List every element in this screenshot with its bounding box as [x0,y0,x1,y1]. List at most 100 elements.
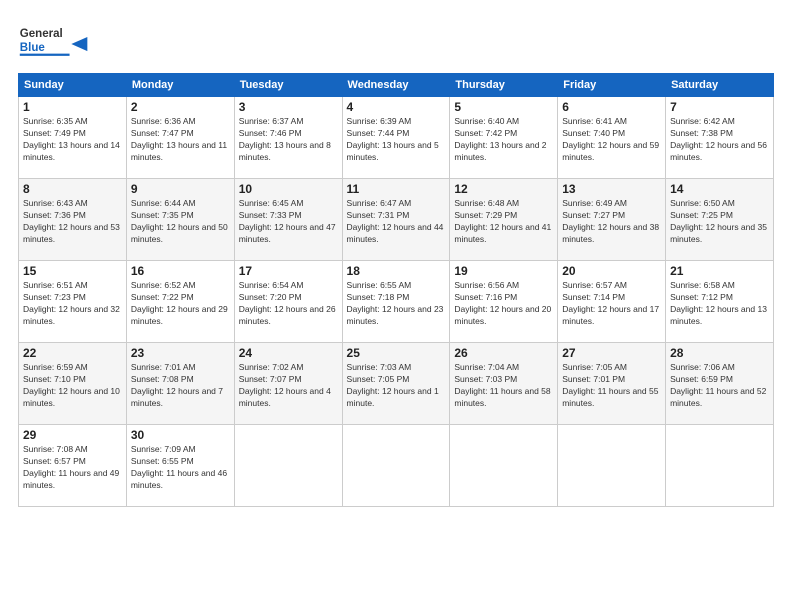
day-number: 3 [239,100,338,114]
svg-text:General: General [20,28,63,40]
day-info: Sunrise: 6:39 AM Sunset: 7:44 PM Dayligh… [347,116,446,164]
sunrise-label: Sunrise: 6:40 AM [454,116,519,126]
sunrise-label: Sunrise: 6:48 AM [454,198,519,208]
day-info: Sunrise: 6:35 AM Sunset: 7:49 PM Dayligh… [23,116,122,164]
day-info: Sunrise: 6:45 AM Sunset: 7:33 PM Dayligh… [239,198,338,246]
sunset-label: Sunset: 7:31 PM [347,210,410,220]
sunrise-label: Sunrise: 7:09 AM [131,444,196,454]
daylight-label: Daylight: 12 hours and 35 minutes. [670,222,767,244]
svg-text:Blue: Blue [20,42,46,54]
day-number: 12 [454,182,553,196]
day-info: Sunrise: 6:40 AM Sunset: 7:42 PM Dayligh… [454,116,553,164]
day-cell-3: 3 Sunrise: 6:37 AM Sunset: 7:46 PM Dayli… [234,97,342,179]
sunrise-label: Sunrise: 6:58 AM [670,280,735,290]
day-number: 11 [347,182,446,196]
sunrise-label: Sunrise: 7:04 AM [454,362,519,372]
day-cell-10: 10 Sunrise: 6:45 AM Sunset: 7:33 PM Dayl… [234,179,342,261]
day-info: Sunrise: 6:41 AM Sunset: 7:40 PM Dayligh… [562,116,661,164]
day-info: Sunrise: 6:42 AM Sunset: 7:38 PM Dayligh… [670,116,769,164]
weekday-tuesday: Tuesday [234,74,342,97]
sunrise-label: Sunrise: 6:44 AM [131,198,196,208]
calendar-table: SundayMondayTuesdayWednesdayThursdayFrid… [18,73,774,507]
sunrise-label: Sunrise: 6:37 AM [239,116,304,126]
sunrise-label: Sunrise: 6:39 AM [347,116,412,126]
sunset-label: Sunset: 7:05 PM [347,374,410,384]
day-number: 8 [23,182,122,196]
daylight-label: Daylight: 13 hours and 11 minutes. [131,140,227,162]
day-cell-2: 2 Sunrise: 6:36 AM Sunset: 7:47 PM Dayli… [126,97,234,179]
day-info: Sunrise: 6:36 AM Sunset: 7:47 PM Dayligh… [131,116,230,164]
sunset-label: Sunset: 7:23 PM [23,292,86,302]
weekday-monday: Monday [126,74,234,97]
day-cell-13: 13 Sunrise: 6:49 AM Sunset: 7:27 PM Dayl… [558,179,666,261]
day-cell-4: 4 Sunrise: 6:39 AM Sunset: 7:44 PM Dayli… [342,97,450,179]
sunset-label: Sunset: 7:03 PM [454,374,517,384]
day-info: Sunrise: 7:02 AM Sunset: 7:07 PM Dayligh… [239,362,338,410]
empty-cell [234,425,342,507]
sunset-label: Sunset: 7:16 PM [454,292,517,302]
daylight-label: Daylight: 12 hours and 59 minutes. [562,140,659,162]
day-cell-20: 20 Sunrise: 6:57 AM Sunset: 7:14 PM Dayl… [558,261,666,343]
week-row-0: 1 Sunrise: 6:35 AM Sunset: 7:49 PM Dayli… [19,97,774,179]
day-number: 30 [131,428,230,442]
day-info: Sunrise: 6:59 AM Sunset: 7:10 PM Dayligh… [23,362,122,410]
daylight-label: Daylight: 12 hours and 1 minute. [347,386,439,408]
day-cell-21: 21 Sunrise: 6:58 AM Sunset: 7:12 PM Dayl… [666,261,774,343]
day-number: 1 [23,100,122,114]
day-info: Sunrise: 7:08 AM Sunset: 6:57 PM Dayligh… [23,444,122,492]
day-number: 9 [131,182,230,196]
daylight-label: Daylight: 12 hours and 13 minutes. [670,304,767,326]
sunrise-label: Sunrise: 7:01 AM [131,362,196,372]
day-cell-9: 9 Sunrise: 6:44 AM Sunset: 7:35 PM Dayli… [126,179,234,261]
day-cell-25: 25 Sunrise: 7:03 AM Sunset: 7:05 PM Dayl… [342,343,450,425]
day-number: 26 [454,346,553,360]
day-cell-17: 17 Sunrise: 6:54 AM Sunset: 7:20 PM Dayl… [234,261,342,343]
sunrise-label: Sunrise: 7:08 AM [23,444,88,454]
day-cell-11: 11 Sunrise: 6:47 AM Sunset: 7:31 PM Dayl… [342,179,450,261]
sunrise-label: Sunrise: 6:57 AM [562,280,627,290]
sunset-label: Sunset: 7:35 PM [131,210,194,220]
weekday-wednesday: Wednesday [342,74,450,97]
day-number: 5 [454,100,553,114]
week-row-1: 8 Sunrise: 6:43 AM Sunset: 7:36 PM Dayli… [19,179,774,261]
sunrise-label: Sunrise: 6:42 AM [670,116,735,126]
day-info: Sunrise: 6:58 AM Sunset: 7:12 PM Dayligh… [670,280,769,328]
day-number: 28 [670,346,769,360]
daylight-label: Daylight: 12 hours and 17 minutes. [562,304,659,326]
daylight-label: Daylight: 12 hours and 50 minutes. [131,222,228,244]
sunrise-label: Sunrise: 6:41 AM [562,116,627,126]
sunrise-label: Sunrise: 6:47 AM [347,198,412,208]
day-info: Sunrise: 7:03 AM Sunset: 7:05 PM Dayligh… [347,362,446,410]
sunrise-label: Sunrise: 6:36 AM [131,116,196,126]
day-cell-22: 22 Sunrise: 6:59 AM Sunset: 7:10 PM Dayl… [19,343,127,425]
day-number: 20 [562,264,661,278]
day-info: Sunrise: 6:50 AM Sunset: 7:25 PM Dayligh… [670,198,769,246]
sunset-label: Sunset: 7:47 PM [131,128,194,138]
day-info: Sunrise: 6:43 AM Sunset: 7:36 PM Dayligh… [23,198,122,246]
sunset-label: Sunset: 6:57 PM [23,456,86,466]
empty-cell [666,425,774,507]
daylight-label: Daylight: 12 hours and 41 minutes. [454,222,551,244]
daylight-label: Daylight: 12 hours and 47 minutes. [239,222,336,244]
sunset-label: Sunset: 7:29 PM [454,210,517,220]
day-info: Sunrise: 6:44 AM Sunset: 7:35 PM Dayligh… [131,198,230,246]
day-cell-23: 23 Sunrise: 7:01 AM Sunset: 7:08 PM Dayl… [126,343,234,425]
sunset-label: Sunset: 6:59 PM [670,374,733,384]
sunset-label: Sunset: 7:25 PM [670,210,733,220]
day-number: 21 [670,264,769,278]
day-number: 6 [562,100,661,114]
day-number: 14 [670,182,769,196]
day-number: 27 [562,346,661,360]
day-info: Sunrise: 6:48 AM Sunset: 7:29 PM Dayligh… [454,198,553,246]
sunrise-label: Sunrise: 6:50 AM [670,198,735,208]
daylight-label: Daylight: 12 hours and 23 minutes. [347,304,444,326]
day-info: Sunrise: 7:09 AM Sunset: 6:55 PM Dayligh… [131,444,230,492]
week-row-4: 29 Sunrise: 7:08 AM Sunset: 6:57 PM Dayl… [19,425,774,507]
daylight-label: Daylight: 12 hours and 53 minutes. [23,222,120,244]
empty-cell [342,425,450,507]
sunrise-label: Sunrise: 7:02 AM [239,362,304,372]
weekday-thursday: Thursday [450,74,558,97]
sunrise-label: Sunrise: 7:06 AM [670,362,735,372]
day-number: 17 [239,264,338,278]
day-cell-14: 14 Sunrise: 6:50 AM Sunset: 7:25 PM Dayl… [666,179,774,261]
